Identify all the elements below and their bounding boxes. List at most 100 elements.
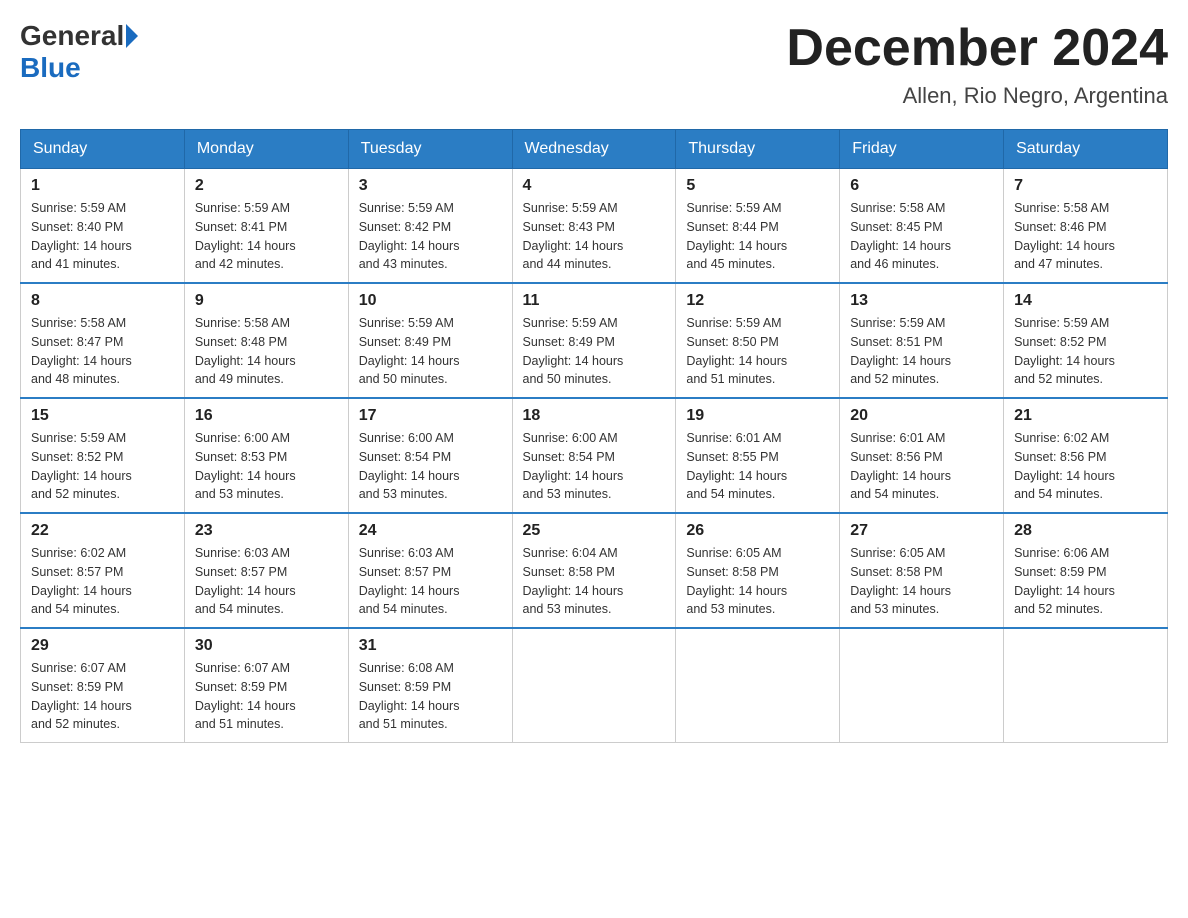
day-number: 17	[359, 407, 502, 425]
calendar-day-cell: 17 Sunrise: 6:00 AMSunset: 8:54 PMDayligh…	[348, 398, 512, 513]
logo: General Blue	[20, 20, 138, 84]
calendar-day-cell: 4Sunrise: 5:59 AMSunset: 8:43 PMDaylight…	[512, 169, 676, 284]
day-number: 10	[359, 292, 502, 310]
empty-cell	[840, 628, 1004, 743]
day-number: 27	[850, 522, 993, 540]
calendar-day-cell: 22 Sunrise: 6:02 AMSunset: 8:57 PMDayligh…	[21, 513, 185, 628]
calendar-day-cell: 1Sunrise: 5:59 AMSunset: 8:40 PMDaylight…	[21, 169, 185, 284]
calendar-day-cell: 30Sunrise: 6:07 AMSunset: 8:59 PMDayligh…	[184, 628, 348, 743]
empty-cell	[1004, 628, 1168, 743]
calendar-day-cell: 23 Sunrise: 6:03 AMSunset: 8:57 PMDayligh…	[184, 513, 348, 628]
day-info: Sunrise: 5:59 AMSunset: 8:42 PMDaylight:…	[359, 199, 502, 274]
day-number: 24	[359, 522, 502, 540]
weekday-header-sunday: Sunday	[21, 130, 185, 169]
day-info: Sunrise: 6:06 AMSunset: 8:59 PMDaylight:…	[1014, 544, 1157, 619]
day-number: 8	[31, 292, 174, 310]
day-number: 21	[1014, 407, 1157, 425]
weekday-header-monday: Monday	[184, 130, 348, 169]
calendar-day-cell: 2Sunrise: 5:59 AMSunset: 8:41 PMDaylight…	[184, 169, 348, 284]
day-info: Sunrise: 6:07 AMSunset: 8:59 PMDaylight:…	[31, 659, 174, 734]
day-info: Sunrise: 6:05 AMSunset: 8:58 PMDaylight:…	[686, 544, 829, 619]
calendar-week-row: 8 Sunrise: 5:58 AMSunset: 8:47 PMDaylight…	[21, 283, 1168, 398]
empty-cell	[676, 628, 840, 743]
month-title: December 2024	[786, 20, 1168, 77]
empty-cell	[512, 628, 676, 743]
day-info: Sunrise: 5:58 AMSunset: 8:47 PMDaylight:…	[31, 314, 174, 389]
logo-arrow-icon	[126, 24, 138, 48]
calendar-day-cell: 18Sunrise: 6:00 AMSunset: 8:54 PMDayligh…	[512, 398, 676, 513]
day-info: Sunrise: 6:03 AMSunset: 8:57 PMDaylight:…	[195, 544, 338, 619]
weekday-header-tuesday: Tuesday	[348, 130, 512, 169]
day-info: Sunrise: 6:04 AMSunset: 8:58 PMDaylight:…	[523, 544, 666, 619]
calendar-day-cell: 25 Sunrise: 6:04 AMSunset: 8:58 PMDayligh…	[512, 513, 676, 628]
calendar-day-cell: 9 Sunrise: 5:58 AMSunset: 8:48 PMDaylight…	[184, 283, 348, 398]
day-info: Sunrise: 5:59 AMSunset: 8:52 PMDaylight:…	[1014, 314, 1157, 389]
calendar-week-row: 1Sunrise: 5:59 AMSunset: 8:40 PMDaylight…	[21, 169, 1168, 284]
day-info: Sunrise: 5:59 AMSunset: 8:49 PMDaylight:…	[523, 314, 666, 389]
day-info: Sunrise: 6:03 AMSunset: 8:57 PMDaylight:…	[359, 544, 502, 619]
calendar-table: SundayMondayTuesdayWednesdayThursdayFrid…	[20, 129, 1168, 743]
day-info: Sunrise: 6:05 AMSunset: 8:58 PMDaylight:…	[850, 544, 993, 619]
calendar-day-cell: 19Sunrise: 6:01 AMSunset: 8:55 PMDayligh…	[676, 398, 840, 513]
day-info: Sunrise: 5:58 AMSunset: 8:46 PMDaylight:…	[1014, 199, 1157, 274]
calendar-day-cell: 3 Sunrise: 5:59 AMSunset: 8:42 PMDaylight…	[348, 169, 512, 284]
weekday-header-friday: Friday	[840, 130, 1004, 169]
day-info: Sunrise: 6:01 AMSunset: 8:56 PMDaylight:…	[850, 429, 993, 504]
day-number: 6	[850, 177, 993, 195]
calendar-day-cell: 24 Sunrise: 6:03 AMSunset: 8:57 PMDayligh…	[348, 513, 512, 628]
day-info: Sunrise: 6:02 AMSunset: 8:57 PMDaylight:…	[31, 544, 174, 619]
calendar-day-cell: 13 Sunrise: 5:59 AMSunset: 8:51 PMDayligh…	[840, 283, 1004, 398]
calendar-day-cell: 20Sunrise: 6:01 AMSunset: 8:56 PMDayligh…	[840, 398, 1004, 513]
weekday-header-row: SundayMondayTuesdayWednesdayThursdayFrid…	[21, 130, 1168, 169]
day-number: 3	[359, 177, 502, 195]
calendar-day-cell: 31Sunrise: 6:08 AMSunset: 8:59 PMDayligh…	[348, 628, 512, 743]
logo-general-text: General	[20, 20, 124, 52]
day-number: 23	[195, 522, 338, 540]
calendar-day-cell: 8 Sunrise: 5:58 AMSunset: 8:47 PMDaylight…	[21, 283, 185, 398]
day-number: 29	[31, 637, 174, 655]
calendar-day-cell: 12 Sunrise: 5:59 AMSunset: 8:50 PMDayligh…	[676, 283, 840, 398]
day-info: Sunrise: 5:58 AMSunset: 8:48 PMDaylight:…	[195, 314, 338, 389]
calendar-day-cell: 6 Sunrise: 5:58 AMSunset: 8:45 PMDaylight…	[840, 169, 1004, 284]
calendar-week-row: 22 Sunrise: 6:02 AMSunset: 8:57 PMDayligh…	[21, 513, 1168, 628]
day-info: Sunrise: 5:59 AMSunset: 8:40 PMDaylight:…	[31, 199, 174, 274]
day-number: 30	[195, 637, 338, 655]
day-number: 5	[686, 177, 829, 195]
calendar-week-row: 29 Sunrise: 6:07 AMSunset: 8:59 PMDayligh…	[21, 628, 1168, 743]
day-info: Sunrise: 5:59 AMSunset: 8:49 PMDaylight:…	[359, 314, 502, 389]
location-title: Allen, Rio Negro, Argentina	[786, 83, 1168, 109]
day-number: 16	[195, 407, 338, 425]
day-number: 4	[523, 177, 666, 195]
day-number: 9	[195, 292, 338, 310]
day-number: 7	[1014, 177, 1157, 195]
calendar-day-cell: 5Sunrise: 5:59 AMSunset: 8:44 PMDaylight…	[676, 169, 840, 284]
weekday-header-thursday: Thursday	[676, 130, 840, 169]
calendar-day-cell: 7 Sunrise: 5:58 AMSunset: 8:46 PMDaylight…	[1004, 169, 1168, 284]
logo-blue-text: Blue	[20, 52, 81, 84]
day-number: 15	[31, 407, 174, 425]
day-number: 13	[850, 292, 993, 310]
day-info: Sunrise: 5:59 AMSunset: 8:51 PMDaylight:…	[850, 314, 993, 389]
calendar-day-cell: 28 Sunrise: 6:06 AMSunset: 8:59 PMDayligh…	[1004, 513, 1168, 628]
day-info: Sunrise: 6:00 AMSunset: 8:54 PMDaylight:…	[359, 429, 502, 504]
weekday-header-saturday: Saturday	[1004, 130, 1168, 169]
weekday-header-wednesday: Wednesday	[512, 130, 676, 169]
calendar-day-cell: 14Sunrise: 5:59 AMSunset: 8:52 PMDayligh…	[1004, 283, 1168, 398]
day-number: 31	[359, 637, 502, 655]
day-number: 26	[686, 522, 829, 540]
day-number: 28	[1014, 522, 1157, 540]
calendar-day-cell: 21 Sunrise: 6:02 AMSunset: 8:56 PMDayligh…	[1004, 398, 1168, 513]
day-number: 25	[523, 522, 666, 540]
day-info: Sunrise: 6:00 AMSunset: 8:53 PMDaylight:…	[195, 429, 338, 504]
day-info: Sunrise: 5:58 AMSunset: 8:45 PMDaylight:…	[850, 199, 993, 274]
day-number: 22	[31, 522, 174, 540]
day-info: Sunrise: 5:59 AMSunset: 8:50 PMDaylight:…	[686, 314, 829, 389]
calendar-day-cell: 27 Sunrise: 6:05 AMSunset: 8:58 PMDayligh…	[840, 513, 1004, 628]
day-info: Sunrise: 5:59 AMSunset: 8:41 PMDaylight:…	[195, 199, 338, 274]
day-number: 12	[686, 292, 829, 310]
day-info: Sunrise: 6:01 AMSunset: 8:55 PMDaylight:…	[686, 429, 829, 504]
day-number: 18	[523, 407, 666, 425]
day-number: 11	[523, 292, 666, 310]
day-info: Sunrise: 6:02 AMSunset: 8:56 PMDaylight:…	[1014, 429, 1157, 504]
page-header: General Blue December 2024 Allen, Rio Ne…	[20, 20, 1168, 109]
